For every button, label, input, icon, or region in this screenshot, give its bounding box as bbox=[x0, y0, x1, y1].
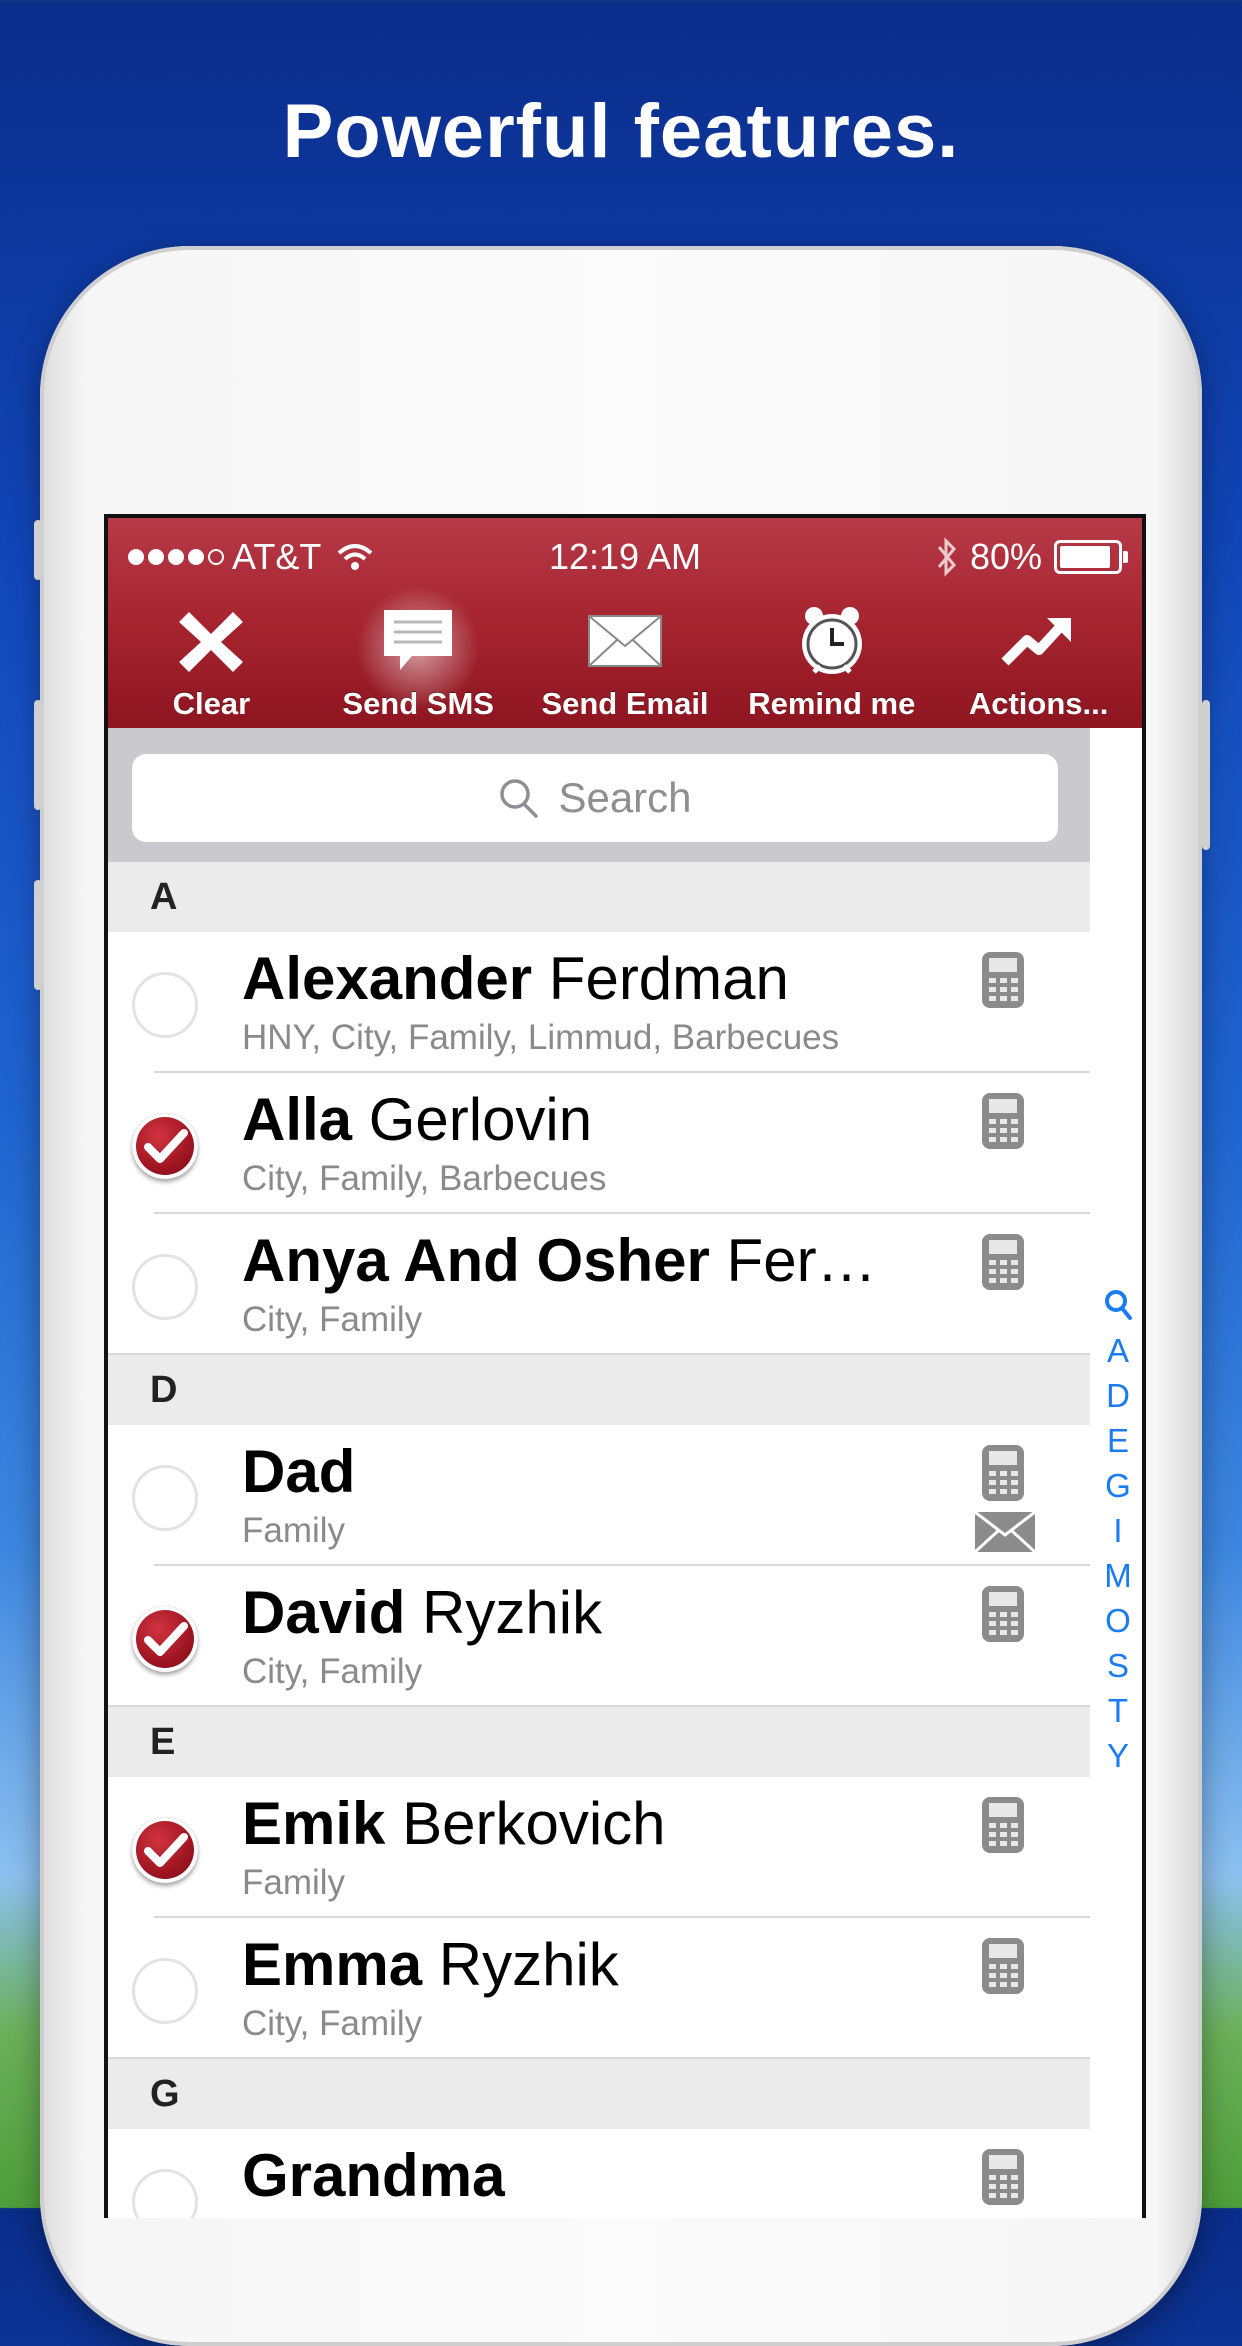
select-checkbox-checked[interactable] bbox=[132, 1113, 198, 1179]
checkmark-icon bbox=[144, 1129, 188, 1163]
bluetooth-icon bbox=[937, 537, 956, 577]
alarm-clock-icon bbox=[801, 607, 862, 674]
search-input[interactable]: Search bbox=[132, 754, 1058, 842]
index-letter[interactable]: O bbox=[1105, 1598, 1131, 1643]
index-letter[interactable]: S bbox=[1107, 1643, 1129, 1688]
close-icon bbox=[179, 612, 244, 672]
section-header-e: E bbox=[108, 1707, 1090, 1777]
send-email-button[interactable]: Send Email bbox=[522, 598, 729, 728]
contact-row[interactable]: Alla Gerlovin City, Family, Barbecues bbox=[108, 1073, 1090, 1214]
index-letter[interactable]: G bbox=[1105, 1463, 1131, 1508]
select-checkbox[interactable] bbox=[132, 1254, 198, 1320]
contact-groups: City, Family bbox=[242, 1300, 423, 1339]
status-bar: AT&T 12:19 AM 80% bbox=[108, 532, 1142, 582]
checkmark-icon bbox=[144, 1833, 188, 1867]
index-letter[interactable]: E bbox=[1107, 1418, 1129, 1463]
app-screen: AT&T 12:19 AM 80% Clear Send SMS Send Em… bbox=[104, 514, 1146, 2218]
section-header-g: G bbox=[108, 2059, 1090, 2129]
contact-row[interactable]: Emma Ryzhik City, Family bbox=[108, 1918, 1090, 2059]
contact-groups: Family bbox=[242, 1511, 346, 1550]
contact-groups: City, Family, Barbecues bbox=[242, 1159, 607, 1198]
search-placeholder: Search bbox=[558, 774, 692, 821]
select-checkbox[interactable] bbox=[132, 972, 198, 1038]
power-button bbox=[1202, 700, 1210, 850]
battery-percent: 80% bbox=[969, 536, 1042, 577]
contact-row[interactable]: Grandma bbox=[108, 2129, 1090, 2218]
battery-icon bbox=[1054, 540, 1128, 574]
chat-bubble-icon bbox=[384, 610, 453, 670]
index-letter[interactable]: A bbox=[1107, 1328, 1129, 1373]
contact-name: Grandma bbox=[242, 2142, 506, 2209]
select-checkbox[interactable] bbox=[132, 1958, 198, 2024]
mobile-phone-icon[interactable] bbox=[980, 1936, 1026, 1996]
search-icon bbox=[500, 779, 539, 818]
mobile-phone-icon[interactable] bbox=[980, 1232, 1026, 1292]
checkmark-icon bbox=[144, 1622, 188, 1656]
contact-groups: City, Family bbox=[242, 1652, 423, 1691]
index-letter[interactable]: D bbox=[1106, 1373, 1130, 1418]
contact-name: Emik Berkovich bbox=[242, 1790, 666, 1857]
contact-groups: City, Family bbox=[242, 2004, 423, 2043]
contact-name: Alla Gerlovin bbox=[242, 1086, 593, 1153]
contact-row[interactable]: David Ryzhik City, Family bbox=[108, 1566, 1090, 1707]
trending-arrow-icon bbox=[1001, 618, 1071, 666]
search-bar: Search bbox=[108, 728, 1090, 862]
mobile-phone-icon[interactable] bbox=[980, 1584, 1026, 1644]
contact-row[interactable]: Dad Family bbox=[108, 1425, 1090, 1566]
volume-down-button bbox=[34, 880, 42, 990]
mobile-phone-icon[interactable] bbox=[980, 950, 1026, 1010]
contact-name: David Ryzhik bbox=[242, 1579, 603, 1646]
section-index[interactable]: A D E G I M O S T Y bbox=[1096, 1288, 1140, 1778]
contact-row[interactable]: Anya And Osher Ferdman City, Family bbox=[108, 1214, 1090, 1355]
index-letter[interactable]: I bbox=[1113, 1508, 1122, 1553]
envelope-icon bbox=[587, 615, 662, 667]
select-checkbox[interactable] bbox=[132, 2169, 198, 2218]
contact-row[interactable]: Alexander Ferdman HNY, City, Family, Lim… bbox=[108, 932, 1090, 1073]
contact-groups: HNY, City, Family, Limmud, Barbecues bbox=[242, 1018, 840, 1057]
remind-me-button[interactable]: Remind me bbox=[728, 598, 935, 728]
select-checkbox-checked[interactable] bbox=[132, 1817, 198, 1883]
mute-switch bbox=[34, 520, 42, 580]
mobile-phone-icon[interactable] bbox=[980, 1795, 1026, 1855]
contact-row[interactable]: Emik Berkovich Family bbox=[108, 1777, 1090, 1918]
section-header-a: A bbox=[108, 862, 1090, 932]
mobile-phone-icon[interactable] bbox=[980, 1091, 1026, 1151]
send-sms-button[interactable]: Send SMS bbox=[315, 588, 522, 728]
select-checkbox-checked[interactable] bbox=[132, 1606, 198, 1672]
contact-list: A Alexander Ferdman HNY, City, Family, L… bbox=[108, 862, 1090, 2218]
volume-up-button bbox=[34, 700, 42, 810]
select-checkbox[interactable] bbox=[132, 1465, 198, 1531]
toolbar: Clear Send SMS Send Email Remind me Acti… bbox=[108, 588, 1142, 728]
index-letter[interactable]: Y bbox=[1107, 1733, 1129, 1778]
headline: Powerful features. bbox=[282, 89, 960, 174]
top-bar: AT&T 12:19 AM 80% Clear Send SMS Send Em… bbox=[108, 518, 1142, 728]
contact-name: Alexander Ferdman bbox=[242, 945, 789, 1012]
contact-name: Emma Ryzhik bbox=[242, 1931, 619, 1998]
section-header-d: D bbox=[108, 1355, 1090, 1425]
mobile-phone-icon[interactable] bbox=[980, 1443, 1026, 1503]
mobile-phone-icon[interactable] bbox=[980, 2147, 1026, 2207]
search-icon[interactable] bbox=[1103, 1288, 1133, 1322]
contact-name: Anya And Osher Ferdman bbox=[242, 1227, 902, 1294]
envelope-icon[interactable] bbox=[974, 1511, 1036, 1553]
index-letter[interactable]: T bbox=[1108, 1688, 1128, 1733]
contact-groups: Family bbox=[242, 1863, 346, 1902]
actions-button[interactable]: Actions... bbox=[935, 598, 1142, 728]
contact-name: Dad bbox=[242, 1438, 356, 1505]
index-letter[interactable]: M bbox=[1104, 1553, 1132, 1598]
clear-button[interactable]: Clear bbox=[108, 598, 315, 728]
